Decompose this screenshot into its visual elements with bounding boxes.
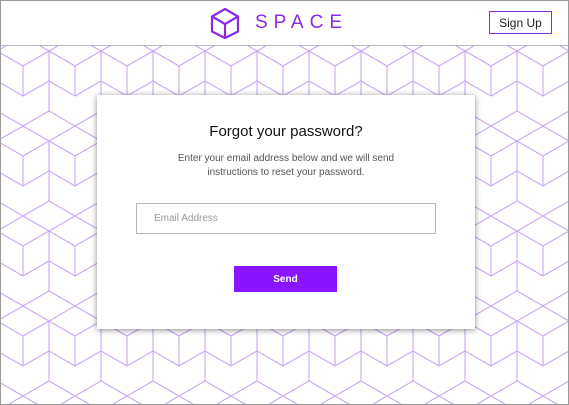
sign-up-button[interactable]: Sign Up bbox=[489, 11, 552, 34]
cube-icon bbox=[209, 7, 241, 39]
forgot-password-card: Forgot your password? Enter your email a… bbox=[97, 95, 475, 329]
brand-name: SPACE bbox=[255, 12, 349, 33]
top-header: SPACE Sign Up bbox=[1, 1, 568, 46]
card-title: Forgot your password? bbox=[209, 123, 363, 140]
email-address-input[interactable] bbox=[136, 203, 436, 234]
brand[interactable]: SPACE bbox=[209, 5, 348, 41]
send-button[interactable]: Send bbox=[234, 266, 337, 292]
card-description: Enter your email address below and we wi… bbox=[177, 153, 395, 178]
app-window: SPACE Sign Up Forgot your password? Ente… bbox=[0, 0, 569, 405]
